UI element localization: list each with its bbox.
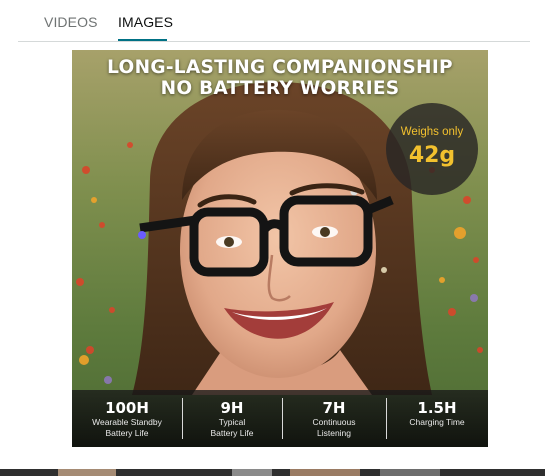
weight-badge: Weighs only 42g <box>386 103 478 195</box>
stat-label: Battery Life <box>105 428 149 438</box>
active-tab-indicator <box>118 39 167 41</box>
tab-videos[interactable]: VIDEOS <box>44 14 98 30</box>
media-tabs: VIDEOS IMAGES <box>18 0 530 42</box>
stat-label: Wearable Standby <box>92 417 162 427</box>
tab-images[interactable]: IMAGES <box>118 14 173 30</box>
weight-badge-label: Weighs only <box>400 126 464 138</box>
thumbnail[interactable] <box>380 469 440 476</box>
stat-label: Listening <box>316 428 352 438</box>
stat-label: Charging Time <box>409 417 465 427</box>
stat-value: 1.5H <box>417 399 457 417</box>
thumbnail[interactable] <box>232 469 272 476</box>
stat-label: Battery Life <box>210 428 254 438</box>
stat-listening: 7H Continuous Listening <box>282 390 386 447</box>
stat-charging: 1.5H Charging Time <box>386 390 488 447</box>
headline-line-2: NO BATTERY WORRIES <box>160 78 400 99</box>
stat-label: Continuous <box>312 417 356 427</box>
thumbnail[interactable] <box>58 469 116 476</box>
stat-typical: 9H Typical Battery Life <box>182 390 282 447</box>
stat-standby: 100H Wearable Standby Battery Life <box>72 390 182 447</box>
stat-value: 7H <box>322 399 346 417</box>
headline-line-1: LONG-LASTING COMPANIONSHIP <box>107 57 453 78</box>
stat-value: 100H <box>105 399 149 417</box>
product-image[interactable]: LONG-LASTING COMPANIONSHIP NO BATTERY WO… <box>72 50 488 447</box>
battery-stats-bar: 100H Wearable Standby Battery Life 9H Ty… <box>72 390 488 447</box>
product-media-viewer: VIDEOS IMAGES LONG-LASTING COMPANIONSHIP… <box>0 0 545 476</box>
thumbnail-strip <box>0 469 545 476</box>
thumbnail[interactable] <box>290 469 360 476</box>
weight-badge-value: 42g <box>408 143 456 168</box>
stat-value: 9H <box>220 399 244 417</box>
stat-label: Typical <box>218 417 246 427</box>
